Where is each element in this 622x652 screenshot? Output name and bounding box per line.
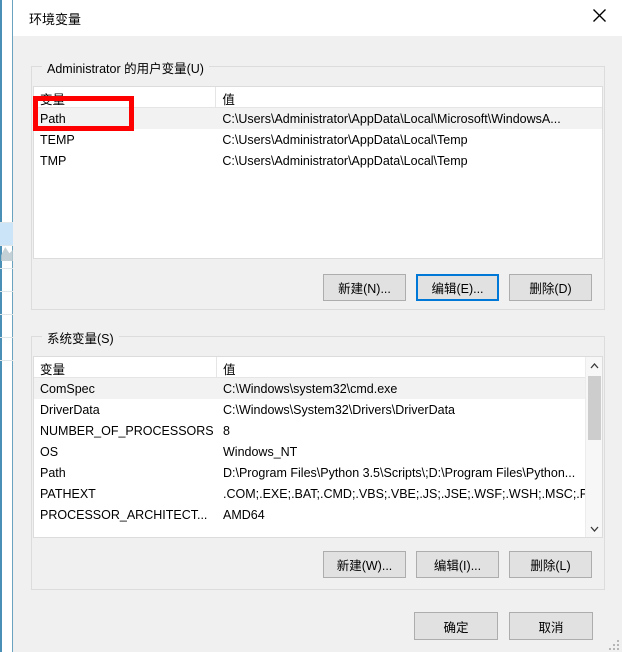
variable-value: C:\Users\Administrator\AppData\Local\Tem… — [222, 132, 468, 147]
system-variables-list[interactable]: 变量 值 ComSpec C:\Windows\system32\cmd.exe… — [33, 356, 603, 538]
background-list-item — [0, 338, 13, 361]
user-variables-list[interactable]: 变量 值 Path C:\Users\Administrator\AppData… — [33, 86, 603, 259]
chevron-up-icon[interactable] — [586, 357, 602, 374]
table-row[interactable]: NUMBER_OF_PROCESSORS 8 — [34, 420, 602, 441]
variable-value: C:\Windows\system32\cmd.exe — [223, 381, 398, 396]
user-new-button[interactable]: 新建(N)... — [323, 274, 406, 301]
user-variables-legend: Administrator 的用户变量(U) — [42, 58, 209, 77]
background-list-item — [0, 200, 13, 223]
table-row[interactable]: ComSpec C:\Windows\system32\cmd.exe — [34, 378, 602, 399]
table-row[interactable]: TEMP C:\Users\Administrator\AppData\Loca… — [34, 129, 602, 150]
cancel-button[interactable]: 取消 — [509, 612, 593, 640]
variable-name: OS — [40, 444, 59, 459]
background-list-item — [0, 269, 13, 292]
system-variables-header-value[interactable]: 值 — [217, 357, 587, 377]
variable-value: C:\Users\Administrator\AppData\Local\Mic… — [222, 111, 561, 126]
window-title: 环境变量 — [29, 12, 82, 27]
user-edit-button[interactable]: 编辑(E)... — [416, 274, 499, 301]
table-row[interactable]: TMP C:\Users\Administrator\AppData\Local… — [34, 150, 602, 171]
title-bar: 环境变量 — [13, 0, 622, 36]
user-variables-header-value[interactable]: 值 — [216, 87, 602, 107]
environment-variables-dialog: 环境变量 Administrator 的用户变量(U) 变量 值 Path C:… — [13, 0, 622, 652]
user-variables-header-name[interactable]: 变量 — [34, 87, 217, 107]
scrollbar-thumb[interactable] — [588, 376, 601, 440]
variable-value: D:\Program Files\Python 3.5\Scripts\;D:\… — [223, 465, 576, 480]
table-row[interactable]: DriverData C:\Windows\System32\Drivers\D… — [34, 399, 602, 420]
variable-value: 8 — [223, 423, 230, 438]
variable-name: Path — [40, 465, 66, 480]
user-variables-body: Path C:\Users\Administrator\AppData\Loca… — [34, 108, 602, 171]
variable-name: PATHEXT — [40, 486, 96, 501]
variable-name: PROCESSOR_ARCHITECT... — [40, 507, 208, 522]
system-variables-body: ComSpec C:\Windows\system32\cmd.exe Driv… — [34, 378, 602, 525]
variable-name: ComSpec — [40, 381, 95, 396]
variable-name: TEMP — [40, 132, 75, 147]
variable-value: C:\Users\Administrator\AppData\Local\Tem… — [222, 153, 468, 168]
system-new-button[interactable]: 新建(W)... — [323, 551, 406, 578]
variable-name: TMP — [40, 153, 67, 168]
table-row[interactable]: PROCESSOR_ARCHITECT... AMD64 — [34, 504, 602, 525]
variable-name: Path — [40, 111, 66, 126]
table-row[interactable]: OS Windows_NT — [34, 441, 602, 462]
variable-value: Windows_NT — [223, 444, 298, 459]
close-icon[interactable] — [576, 0, 622, 31]
system-delete-button[interactable]: 删除(L) — [509, 551, 592, 578]
system-edit-button[interactable]: 编辑(I)... — [416, 551, 499, 578]
system-variables-scrollbar[interactable] — [585, 357, 602, 537]
background-list-item — [0, 292, 13, 315]
user-variables-header-row: 变量 值 — [34, 87, 602, 108]
background-list-item — [0, 315, 13, 338]
background-window — [0, 0, 13, 652]
variable-value: AMD64 — [223, 507, 265, 522]
ok-button[interactable]: 确定 — [414, 612, 498, 640]
table-row[interactable]: PATHEXT .COM;.EXE;.BAT;.CMD;.VBS;.VBE;.J… — [34, 483, 602, 504]
user-delete-button[interactable]: 删除(D) — [509, 274, 592, 301]
variable-value: .COM;.EXE;.BAT;.CMD;.VBS;.VBE;.JS;.JSE;.… — [223, 486, 587, 501]
background-list-item-selected — [0, 223, 13, 246]
system-variables-header-name[interactable]: 变量 — [34, 357, 217, 377]
variable-value: C:\Windows\System32\Drivers\DriverData — [223, 402, 455, 417]
variable-name: NUMBER_OF_PROCESSORS — [40, 423, 214, 438]
chevron-down-icon[interactable] — [586, 520, 602, 537]
table-row[interactable]: Path D:\Program Files\Python 3.5\Scripts… — [34, 462, 602, 483]
system-variables-header-row: 变量 值 — [34, 357, 602, 378]
table-row[interactable]: Path C:\Users\Administrator\AppData\Loca… — [34, 108, 602, 129]
system-variables-legend: 系统变量(S) — [42, 328, 119, 347]
resize-grip[interactable] — [607, 638, 619, 650]
variable-name: DriverData — [40, 402, 100, 417]
